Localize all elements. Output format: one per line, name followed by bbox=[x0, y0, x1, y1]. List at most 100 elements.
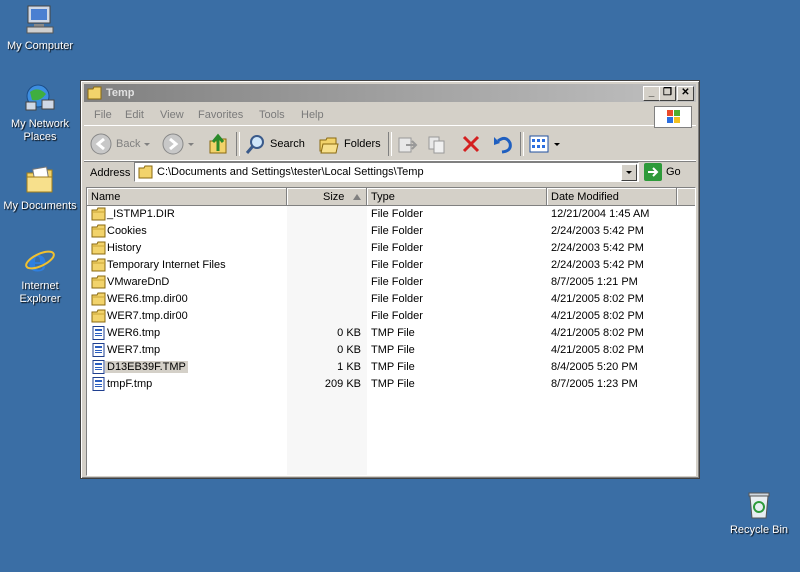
file-type: File Folder bbox=[371, 225, 423, 237]
folders-icon bbox=[319, 137, 339, 154]
title-bar[interactable]: Temp _ ❐ ✕ bbox=[84, 84, 696, 102]
file-name: tmpF.tmp bbox=[107, 378, 153, 390]
undo-button[interactable] bbox=[492, 132, 514, 156]
file-row[interactable]: tmpF.tmp 209 KB TMP File 8/7/2005 1:23 PM bbox=[87, 376, 695, 393]
file-name: VMwareDnD bbox=[107, 276, 170, 288]
file-date: 8/7/2005 1:21 PM bbox=[551, 276, 638, 288]
column-header-size[interactable]: Size bbox=[287, 188, 367, 206]
desktop-icon-my-network-places[interactable]: My Network Places bbox=[0, 82, 80, 144]
toolbar-separator bbox=[388, 132, 392, 156]
folder-icon bbox=[91, 309, 107, 323]
file-row[interactable]: WER6.tmp 0 KB TMP File 4/21/2005 8:02 PM bbox=[87, 325, 695, 342]
up-folder-icon bbox=[209, 133, 227, 154]
go-button[interactable]: Go bbox=[644, 163, 681, 181]
windows-logo-icon bbox=[654, 106, 692, 128]
internet-explorer-icon: e bbox=[24, 244, 56, 279]
desktop-icon-label: My Documents bbox=[3, 200, 77, 212]
folder-icon bbox=[138, 165, 153, 179]
forward-arrow-icon bbox=[162, 133, 184, 155]
file-type: File Folder bbox=[371, 310, 423, 322]
file-row[interactable]: Cookies File Folder 2/24/2003 5:42 PM bbox=[87, 223, 695, 240]
computer-icon bbox=[24, 4, 56, 36]
file-type: File Folder bbox=[371, 242, 423, 254]
toolbar-separator bbox=[520, 132, 524, 156]
file-date: 4/21/2005 8:02 PM bbox=[551, 344, 644, 356]
menu-tools[interactable]: Tools bbox=[259, 109, 285, 121]
file-row[interactable]: WER7.tmp.dir00 File Folder 4/21/2005 8:02 … bbox=[87, 308, 695, 325]
address-dropdown-button[interactable] bbox=[621, 164, 637, 181]
menu-file[interactable]: File bbox=[94, 109, 112, 121]
file-date: 8/7/2005 1:23 PM bbox=[551, 378, 638, 390]
window-title: Temp bbox=[106, 87, 135, 99]
folders-label: Folders bbox=[344, 138, 381, 150]
desktop-icon-recycle-bin[interactable]: Recycle Bin bbox=[719, 488, 799, 537]
recycle-bin-icon bbox=[743, 488, 775, 520]
explorer-window[interactable]: Temp _ ❐ ✕ File Edit View Favorites Tool… bbox=[80, 80, 700, 479]
forward-button[interactable] bbox=[162, 132, 194, 156]
file-name: WER6.tmp bbox=[107, 327, 161, 339]
folder-icon bbox=[91, 275, 107, 289]
views-button[interactable] bbox=[528, 132, 560, 156]
move-to-icon bbox=[398, 137, 418, 153]
desktop-icon-label: My Computer bbox=[6, 40, 74, 52]
menu-view[interactable]: View bbox=[160, 109, 184, 121]
folders-button[interactable]: Folders bbox=[318, 132, 381, 156]
delete-button[interactable] bbox=[460, 132, 482, 156]
tmp-file-icon bbox=[91, 343, 107, 357]
column-header-date-modified[interactable]: Date Modified bbox=[547, 188, 677, 206]
go-arrow-icon bbox=[644, 163, 662, 181]
desktop-icon-my-computer[interactable]: My Computer bbox=[0, 4, 80, 53]
file-row[interactable]: WER6.tmp.dir00 File Folder 4/21/2005 8:02 … bbox=[87, 291, 695, 308]
folder-icon bbox=[91, 292, 107, 306]
file-row[interactable]: VMwareDnD File Folder 8/7/2005 1:21 PM bbox=[87, 274, 695, 291]
move-to-button[interactable] bbox=[396, 132, 418, 156]
file-name: D13EB39F.TMP bbox=[105, 361, 188, 373]
file-type: File Folder bbox=[371, 276, 423, 288]
file-list[interactable]: Name Size Type Date Modified _ISTMP1.DIR… bbox=[86, 187, 696, 476]
column-header-type[interactable]: Type bbox=[367, 188, 547, 206]
file-date: 4/21/2005 8:02 PM bbox=[551, 310, 644, 322]
column-header-name[interactable]: Name bbox=[87, 188, 287, 206]
menu-favorites[interactable]: Favorites bbox=[198, 109, 243, 121]
network-icon bbox=[24, 82, 56, 114]
address-input[interactable]: C:\Documents and Settings\tester\Local S… bbox=[134, 162, 639, 182]
tmp-file-icon bbox=[91, 377, 107, 391]
go-label: Go bbox=[666, 166, 681, 178]
file-row[interactable]: _ISTMP1.DIR File Folder 12/21/2004 1:45 AM bbox=[87, 206, 695, 223]
file-name: Temporary Internet Files bbox=[107, 259, 226, 271]
file-type: TMP File bbox=[371, 344, 415, 356]
search-button[interactable]: Search bbox=[244, 132, 305, 156]
file-size: 0 KB bbox=[337, 327, 361, 339]
file-row[interactable]: History File Folder 2/24/2003 5:42 PM bbox=[87, 240, 695, 257]
tmp-file-icon bbox=[91, 326, 107, 340]
restore-button[interactable]: ❐ bbox=[659, 86, 676, 101]
file-type: TMP File bbox=[371, 327, 415, 339]
desktop-icon-internet-explorer[interactable]: e Internet Explorer bbox=[0, 244, 80, 306]
undo-icon bbox=[494, 136, 512, 154]
sort-ascending-icon bbox=[353, 194, 361, 200]
copy-to-button[interactable] bbox=[426, 132, 448, 156]
file-row[interactable]: Temporary Internet Files File Folder 2/24/… bbox=[87, 257, 695, 274]
file-name: WER7.tmp bbox=[107, 344, 161, 356]
file-row[interactable]: D13EB39F.TMP 1 KB TMP File 8/4/2005 5:20 PM bbox=[87, 359, 695, 376]
folder-icon bbox=[87, 86, 103, 100]
up-folder-button[interactable] bbox=[208, 132, 230, 156]
folder-icon bbox=[91, 258, 107, 272]
file-type: TMP File bbox=[371, 378, 415, 390]
menu-help[interactable]: Help bbox=[301, 109, 324, 121]
back-button[interactable]: Back bbox=[90, 132, 151, 156]
file-size: 0 KB bbox=[337, 344, 361, 356]
search-label: Search bbox=[270, 138, 305, 150]
minimize-button[interactable]: _ bbox=[643, 86, 660, 101]
close-button[interactable]: ✕ bbox=[677, 86, 694, 101]
views-icon bbox=[529, 135, 549, 153]
address-bar: Address C:\Documents and Settings\tester… bbox=[84, 162, 696, 184]
menu-edit[interactable]: Edit bbox=[125, 109, 144, 121]
desktop-icon-my-documents[interactable]: My Documents bbox=[0, 164, 80, 213]
file-date: 4/21/2005 8:02 PM bbox=[551, 293, 644, 305]
file-size: 209 KB bbox=[324, 378, 361, 390]
file-type: TMP File bbox=[371, 361, 415, 373]
file-date: 4/21/2005 8:02 PM bbox=[551, 327, 644, 339]
svg-text:e: e bbox=[28, 244, 47, 276]
file-row[interactable]: WER7.tmp 0 KB TMP File 4/21/2005 8:02 PM bbox=[87, 342, 695, 359]
